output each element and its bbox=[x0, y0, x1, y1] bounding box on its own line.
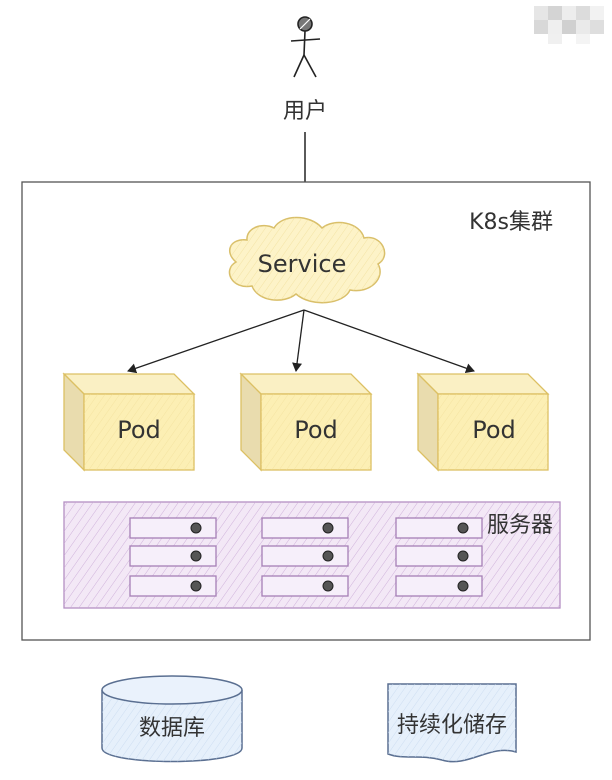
server-light-icon bbox=[457, 522, 469, 534]
pod-label-2: Pod bbox=[294, 416, 338, 444]
server-rack-2 bbox=[261, 517, 349, 597]
server-unit bbox=[129, 545, 217, 567]
architecture-diagram: 用户 K8s集群 Service Pod Pod Pod 服务器 数据库 持续化… bbox=[21, 16, 591, 763]
k8s-cluster-label: K8s集群 bbox=[469, 210, 553, 235]
storage-label: 持续化储存 bbox=[397, 713, 507, 738]
server-unit bbox=[261, 575, 349, 597]
user-label: 用户 bbox=[283, 99, 327, 124]
pod-box-2: Pod bbox=[239, 372, 373, 472]
server-rack-3 bbox=[395, 517, 483, 597]
server-light-icon bbox=[322, 580, 334, 592]
server-unit bbox=[395, 545, 483, 567]
server-unit bbox=[129, 575, 217, 597]
database-label: 数据库 bbox=[139, 716, 205, 741]
server-unit bbox=[395, 575, 483, 597]
pod-label-1: Pod bbox=[117, 416, 161, 444]
server-light-icon bbox=[322, 522, 334, 534]
server-racks bbox=[129, 517, 483, 597]
server-light-icon bbox=[457, 580, 469, 592]
server-unit bbox=[395, 517, 483, 539]
server-light-icon bbox=[190, 550, 202, 562]
pod-box-3: Pod bbox=[416, 372, 550, 472]
server-light-icon bbox=[322, 550, 334, 562]
database-cylinder: 数据库 bbox=[101, 675, 243, 763]
server-unit bbox=[129, 517, 217, 539]
server-light-icon bbox=[190, 580, 202, 592]
service-label: Service bbox=[258, 250, 347, 278]
server-unit bbox=[261, 545, 349, 567]
stick-figure-user-icon bbox=[290, 16, 321, 78]
server-unit bbox=[261, 517, 349, 539]
blurred-watermark-region bbox=[534, 6, 606, 46]
server-rack-1 bbox=[129, 517, 217, 597]
pod-box-1: Pod bbox=[62, 372, 196, 472]
server-light-icon bbox=[190, 522, 202, 534]
servers-label: 服务器 bbox=[487, 513, 553, 538]
pod-label-3: Pod bbox=[472, 416, 516, 444]
server-light-icon bbox=[457, 550, 469, 562]
persistent-storage-document: 持续化储存 bbox=[387, 683, 517, 763]
